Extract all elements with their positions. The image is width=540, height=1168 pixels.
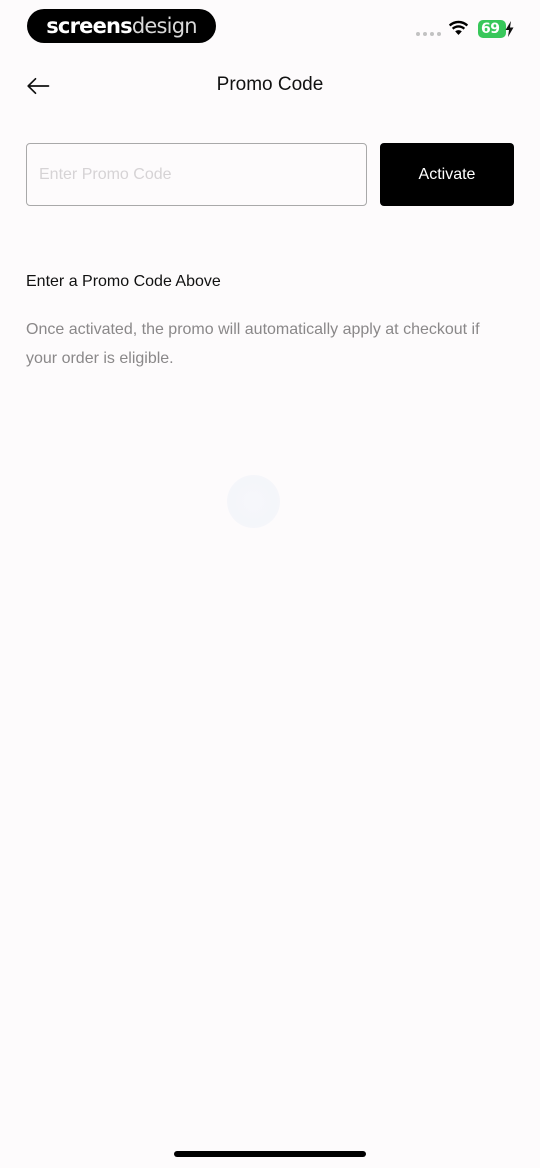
charging-bolt-icon bbox=[505, 21, 514, 37]
battery-body: 69 bbox=[478, 20, 506, 38]
home-indicator bbox=[174, 1151, 366, 1157]
activate-button[interactable]: Activate bbox=[380, 143, 514, 206]
info-description: Once activated, the promo will automatic… bbox=[26, 321, 480, 367]
info-heading: Enter a Promo Code Above bbox=[26, 273, 221, 290]
signal-dots-icon bbox=[416, 32, 441, 36]
battery-icon: 69 bbox=[478, 20, 514, 38]
status-bar: screensdesign 69 bbox=[0, 0, 540, 56]
promo-code-input[interactable] bbox=[26, 143, 367, 206]
page-title: Promo Code bbox=[216, 74, 324, 95]
nav-header: Promo Code bbox=[0, 62, 540, 110]
brand-logo-part2: design bbox=[131, 14, 198, 38]
brand-logo: screensdesign bbox=[27, 9, 216, 43]
brand-logo-part1: screens bbox=[46, 14, 132, 38]
battery-level: 69 bbox=[481, 21, 500, 37]
loading-spinner bbox=[227, 475, 280, 528]
brand-logo-text: screensdesign bbox=[46, 14, 197, 38]
wifi-icon bbox=[448, 20, 469, 35]
